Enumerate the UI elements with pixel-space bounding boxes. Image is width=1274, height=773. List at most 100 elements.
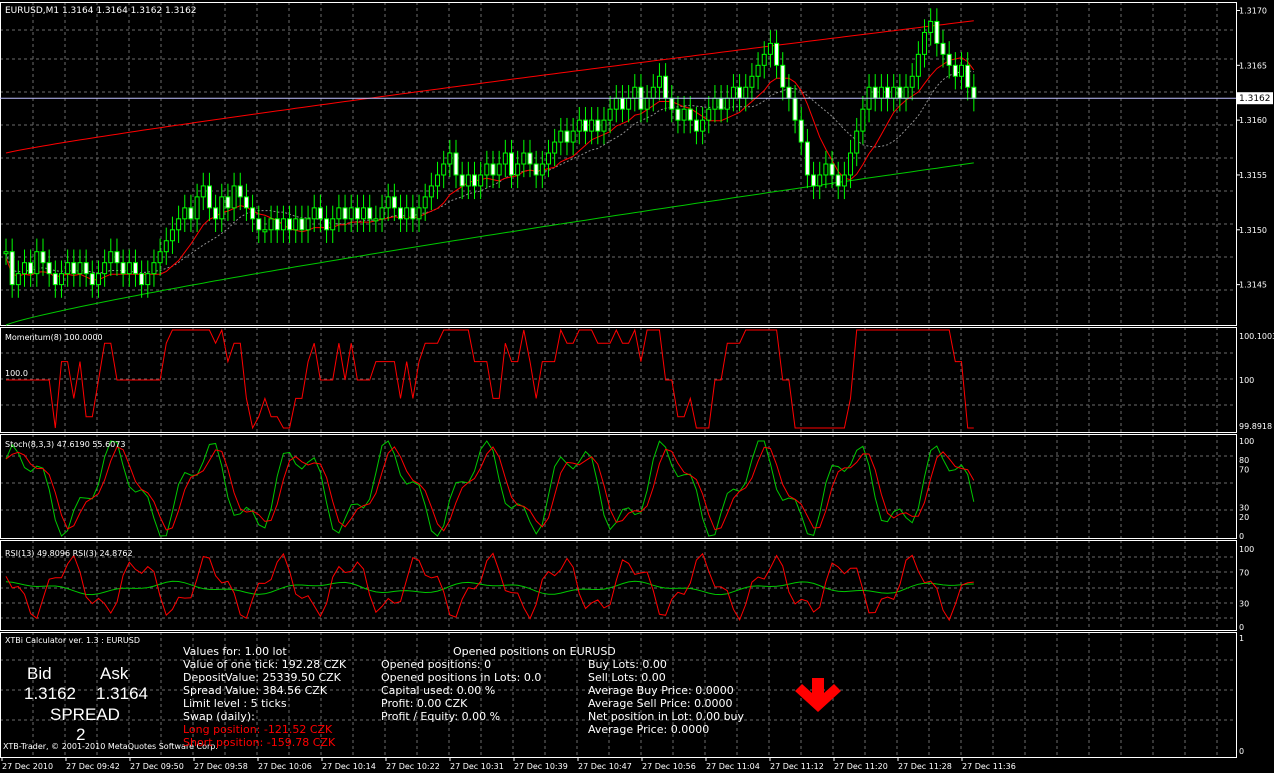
ask-value: 1.3164 [96,684,148,703]
price-tick-label: 1.3145 [1239,281,1267,290]
candle-body [613,97,619,110]
candle-body [237,185,243,198]
info-line: Values for: 1.00 lot [183,645,287,658]
candle-body [712,97,718,110]
time-tick-label: 27 Dec 11:36 [962,762,1016,771]
info-line: Net position in Lot: 0.00 buy [588,710,745,723]
candle-body [780,64,786,88]
momentum-tick-label: 100.1003 [1239,332,1274,341]
candle-body [644,97,650,110]
candle-body [897,86,903,99]
candle-body [724,97,730,110]
momentum-title: Momentum(8) 100.0000 [5,333,103,342]
candle-body [336,207,342,220]
candle-body [102,262,108,275]
info-line: Opened positions in Lots: 0.0 [381,671,542,684]
candle-body [391,196,397,209]
info-line: DepositValue: 25339.50 CZK [183,671,341,684]
candle-body [361,207,367,220]
stoch-tick-label: 100 [1239,437,1254,446]
info-line: Sell Lots: 0.00 [588,671,666,684]
candle-body [743,86,749,99]
candle-body [872,86,878,99]
candle-body [854,130,860,154]
short-position-text: Short position: -159.78 CZK [183,736,336,749]
candle-body [823,163,829,176]
candle-body [373,218,379,222]
candle-body [749,75,755,88]
momentum-tick-label: 100 [1239,376,1254,385]
candle-body [120,262,126,275]
candle-body [533,163,539,176]
candle-body [737,86,743,99]
candle-body [46,262,52,275]
price-tick-label: 1.3165 [1239,61,1267,70]
candle-body [558,130,564,143]
candle-body [299,218,305,231]
candle-body [915,53,921,77]
candle-body [367,207,373,220]
price-tick-label: 1.3150 [1239,226,1267,235]
info-line: Swap (daily): [183,710,255,723]
candle-body [21,262,27,275]
candle-body [243,196,249,209]
candle-body [928,20,934,33]
time-tick-label: 27 Dec 10:39 [514,762,568,771]
candle-body [219,196,225,220]
candle-body [521,152,527,165]
candle-body [65,262,71,275]
candle-body [527,152,533,165]
candle-body [539,163,545,176]
candle-body [909,75,915,88]
candle-body [95,273,101,286]
candle-body [552,141,558,154]
opened-positions-title: Opened positions on EURUSD [453,645,616,658]
candle-body [545,152,551,165]
time-tick-label: 27 Dec 10:31 [450,762,504,771]
info-line: Average Sell Price: 0.0000 [588,697,733,710]
candle-body [71,262,77,275]
candle-body [848,152,854,176]
candle-body [287,218,293,231]
candle-body [145,273,151,286]
candle-body [829,163,835,176]
candle-body [182,207,188,220]
candle-body [669,97,675,110]
candle-body [225,196,231,209]
candle-body [835,174,841,187]
candle-body [718,97,724,110]
candle-body [940,42,946,55]
candle-body [34,251,40,275]
rsi-tick-label: 70 [1239,568,1249,577]
candle-body [256,218,262,231]
candle-body [231,185,237,209]
candle-body [379,207,385,220]
candle-body [798,119,804,143]
candle-body [663,75,669,99]
candle-body [293,218,299,231]
candle-body [582,119,588,132]
candle-body [952,64,958,77]
candle-body [860,108,866,132]
stoch-tick-label: 30 [1239,504,1249,513]
candle-body [700,119,706,132]
long-position-text: Long position: -121.52 CZK [183,723,333,736]
candle-body [484,163,490,176]
candle-body [385,196,391,209]
spread-label: SPREAD [50,705,120,724]
ask-label: Ask [100,664,129,683]
current-price-tag: 1.3162 [1237,92,1273,105]
stochastic-title: Stoch(8,3,3) 47.6190 55.6073 [5,440,125,449]
calculator-tick-label: 0 [1239,747,1244,756]
candle-body [348,207,354,220]
info-line: Limit level : 5 ticks [183,697,287,710]
info-line: Profit: 0.00 CZK [381,697,468,710]
current-price-label: 1.3162 [1239,94,1271,104]
candle-body [139,273,145,286]
candle-body [687,108,693,121]
lot-info-column: Values for: 1.00 lot Value of one tick: … [183,645,346,749]
stoch-tick-label: 80 [1239,456,1249,465]
candle-body [755,64,761,77]
candle-body [280,218,286,231]
time-tick-label: 27 Dec 2010 [2,762,53,771]
